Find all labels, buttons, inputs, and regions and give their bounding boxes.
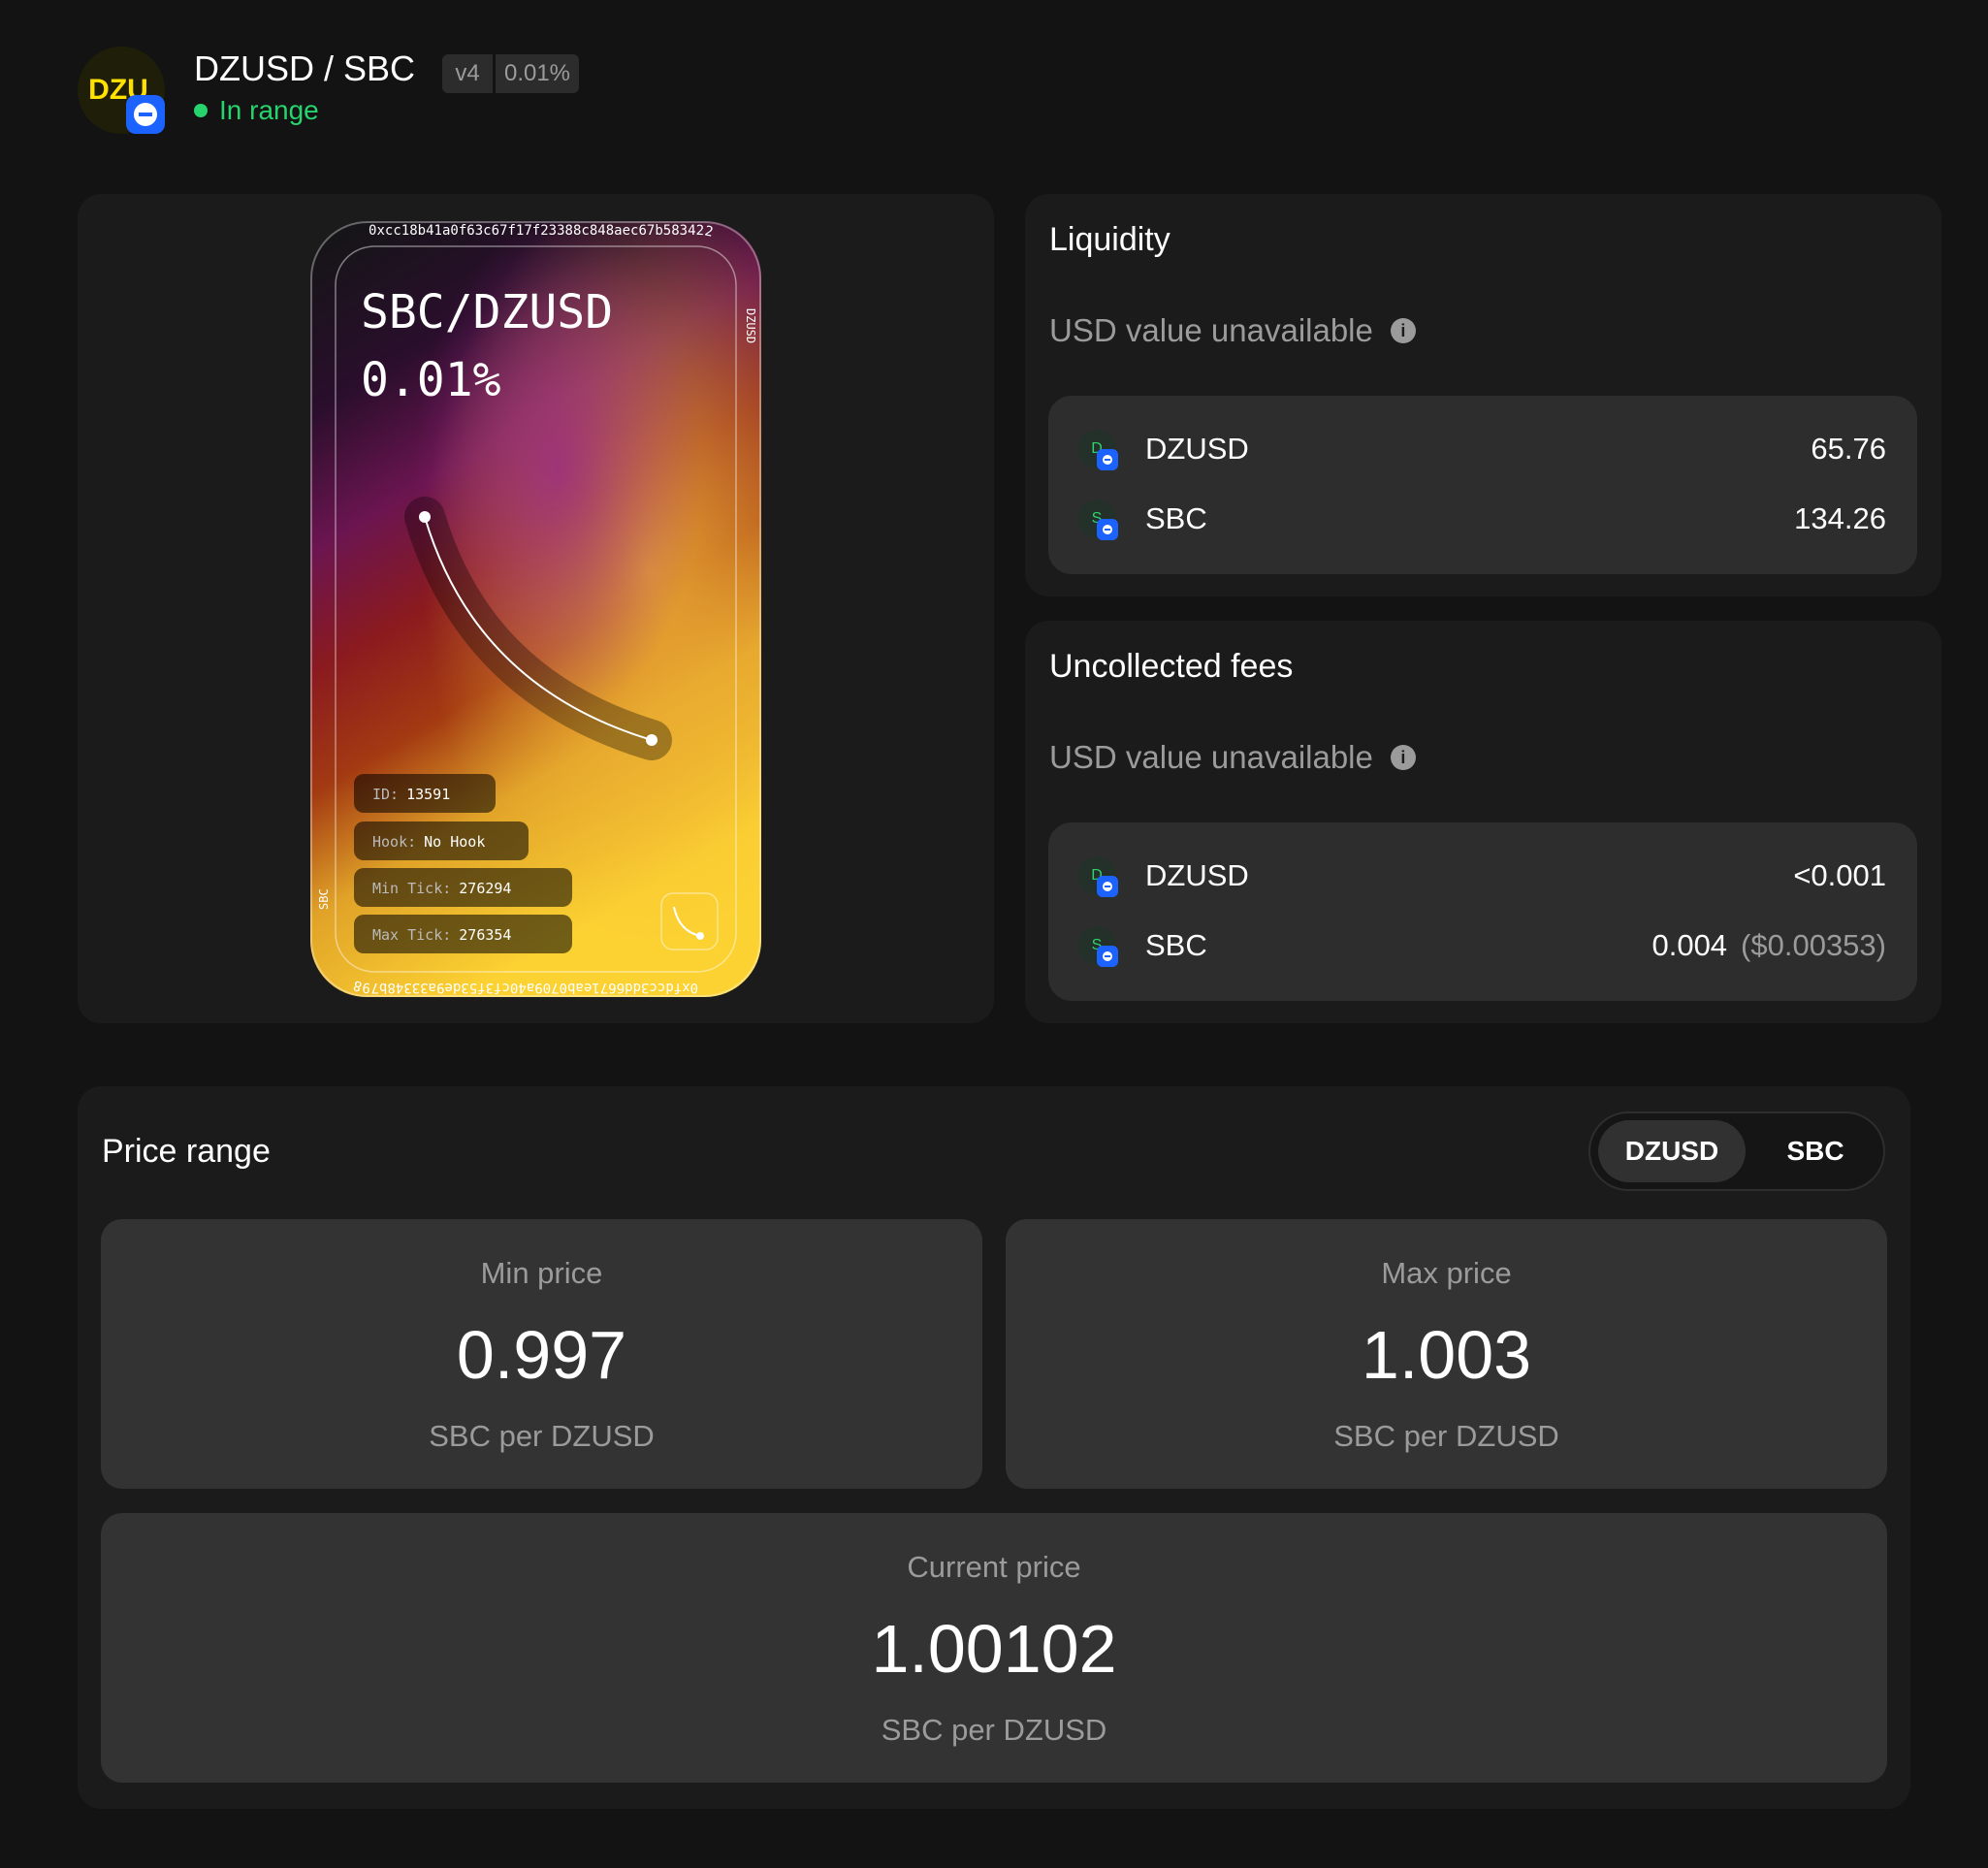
nft-pair: SBC/DZUSD [361,285,613,339]
max-price-card: Max price 1.003 SBC per DZUSD [1006,1219,1887,1489]
price-base-toggle: DZUSD SBC [1588,1111,1885,1191]
chain-badge-icon [126,95,165,134]
nft-min-tick: 276294 [459,880,511,897]
max-price-value: 1.003 [1361,1317,1532,1393]
nft-side-left: SBC [317,888,331,910]
range-status-label: In range [219,95,319,125]
liquidity-title: Liquidity [1049,221,1170,258]
token-usd-value: ($0.00353) [1741,928,1886,962]
info-icon[interactable]: i [1390,318,1416,343]
token-symbol: DZUSD [1145,432,1249,466]
svg-text:Max Tick:276354: Max Tick: 276354 [372,926,511,944]
token-amount: 0.004 [1651,928,1728,962]
nft-fee: 0.01% [361,353,501,407]
liquidity-row-sbc: S SBC 134.26 [1077,495,1886,543]
sbc-token-icon: S [1077,926,1118,967]
toggle-sbc[interactable]: SBC [1755,1120,1876,1182]
token-symbol: DZUSD [1145,858,1249,892]
token-amount: <0.001 [1793,858,1886,892]
svg-text:ID:13591: ID: 13591 [372,786,450,803]
nft-id: 13591 [406,786,450,803]
pair-title: DZUSD / SBC [194,48,416,88]
nft-address-top: 0xcc18b41a0f63c67f17f23388c848aec67b5834… [369,223,715,241]
svg-text:Hook:No Hook: Hook: No Hook [372,833,485,851]
min-price-value: 0.997 [456,1317,627,1393]
min-price-label: Min price [480,1256,603,1290]
toggle-dzusd[interactable]: DZUSD [1598,1120,1746,1182]
nft-side-right: DZUSD [744,308,757,343]
info-icon[interactable]: i [1390,745,1416,770]
current-price-label: Current price [907,1550,1081,1584]
version-badge: v4 [442,54,493,93]
liquidity-usd-note: USD value unavailable i [1049,312,1416,349]
uncollected-fees-panel: Uncollected fees USD value unavailable i… [1025,621,1941,1023]
fees-usd-note-text: USD value unavailable [1049,739,1373,775]
fees-token-list: D DZUSD <0.001 S SBC 0.004 ($0.00353) [1048,822,1917,1001]
current-price-unit: SBC per DZUSD [881,1713,1107,1747]
min-price-card: Min price 0.997 SBC per DZUSD [101,1219,982,1489]
svg-text:Min Tick:276294: Min Tick: 276294 [372,880,511,897]
token-symbol: SBC [1145,928,1207,962]
dzusd-token-icon: D [1077,430,1118,470]
token-symbol: SBC [1145,501,1207,535]
fees-row-dzusd: D DZUSD <0.001 [1077,852,1886,900]
fees-row-sbc: S SBC 0.004 ($0.00353) [1077,921,1886,970]
current-price-card: Current price 1.00102 SBC per DZUSD [101,1513,1887,1783]
position-nft-card[interactable]: 0xcc18b41a0f63c67f17f23388c848aec67b5834… [310,221,761,997]
token-amount: 134.26 [1794,501,1886,535]
current-price-value: 1.00102 [871,1611,1117,1687]
fees-title: Uncollected fees [1049,648,1294,685]
max-price-unit: SBC per DZUSD [1333,1419,1559,1453]
liquidity-row-dzusd: D DZUSD 65.76 [1077,425,1886,473]
svg-text:0xcc18b41a0f63c67f17f23388c848: 0xcc18b41a0f63c67f17f23388c848aec67b5834… [369,223,715,241]
nft-max-tick: 276354 [459,926,511,944]
max-price-label: Max price [1381,1256,1512,1290]
liquidity-token-list: D DZUSD 65.76 S SBC 134.26 [1048,396,1917,574]
range-status: In range [194,95,319,126]
fees-usd-note: USD value unavailable i [1049,739,1416,776]
min-price-unit: SBC per DZUSD [429,1419,655,1453]
liquidity-usd-note-text: USD value unavailable [1049,312,1373,348]
price-range-title: Price range [102,1133,271,1170]
nft-hook: No Hook [424,833,485,851]
dzusd-token-icon: D [1077,856,1118,897]
pair-logo: DZU [78,47,165,134]
token-amount: 65.76 [1811,432,1886,466]
sbc-token-icon: S [1077,499,1118,540]
status-dot-icon [194,104,208,117]
fee-tier-badge: 0.01% [496,54,579,93]
liquidity-panel: Liquidity USD value unavailable i D DZUS… [1025,194,1941,596]
